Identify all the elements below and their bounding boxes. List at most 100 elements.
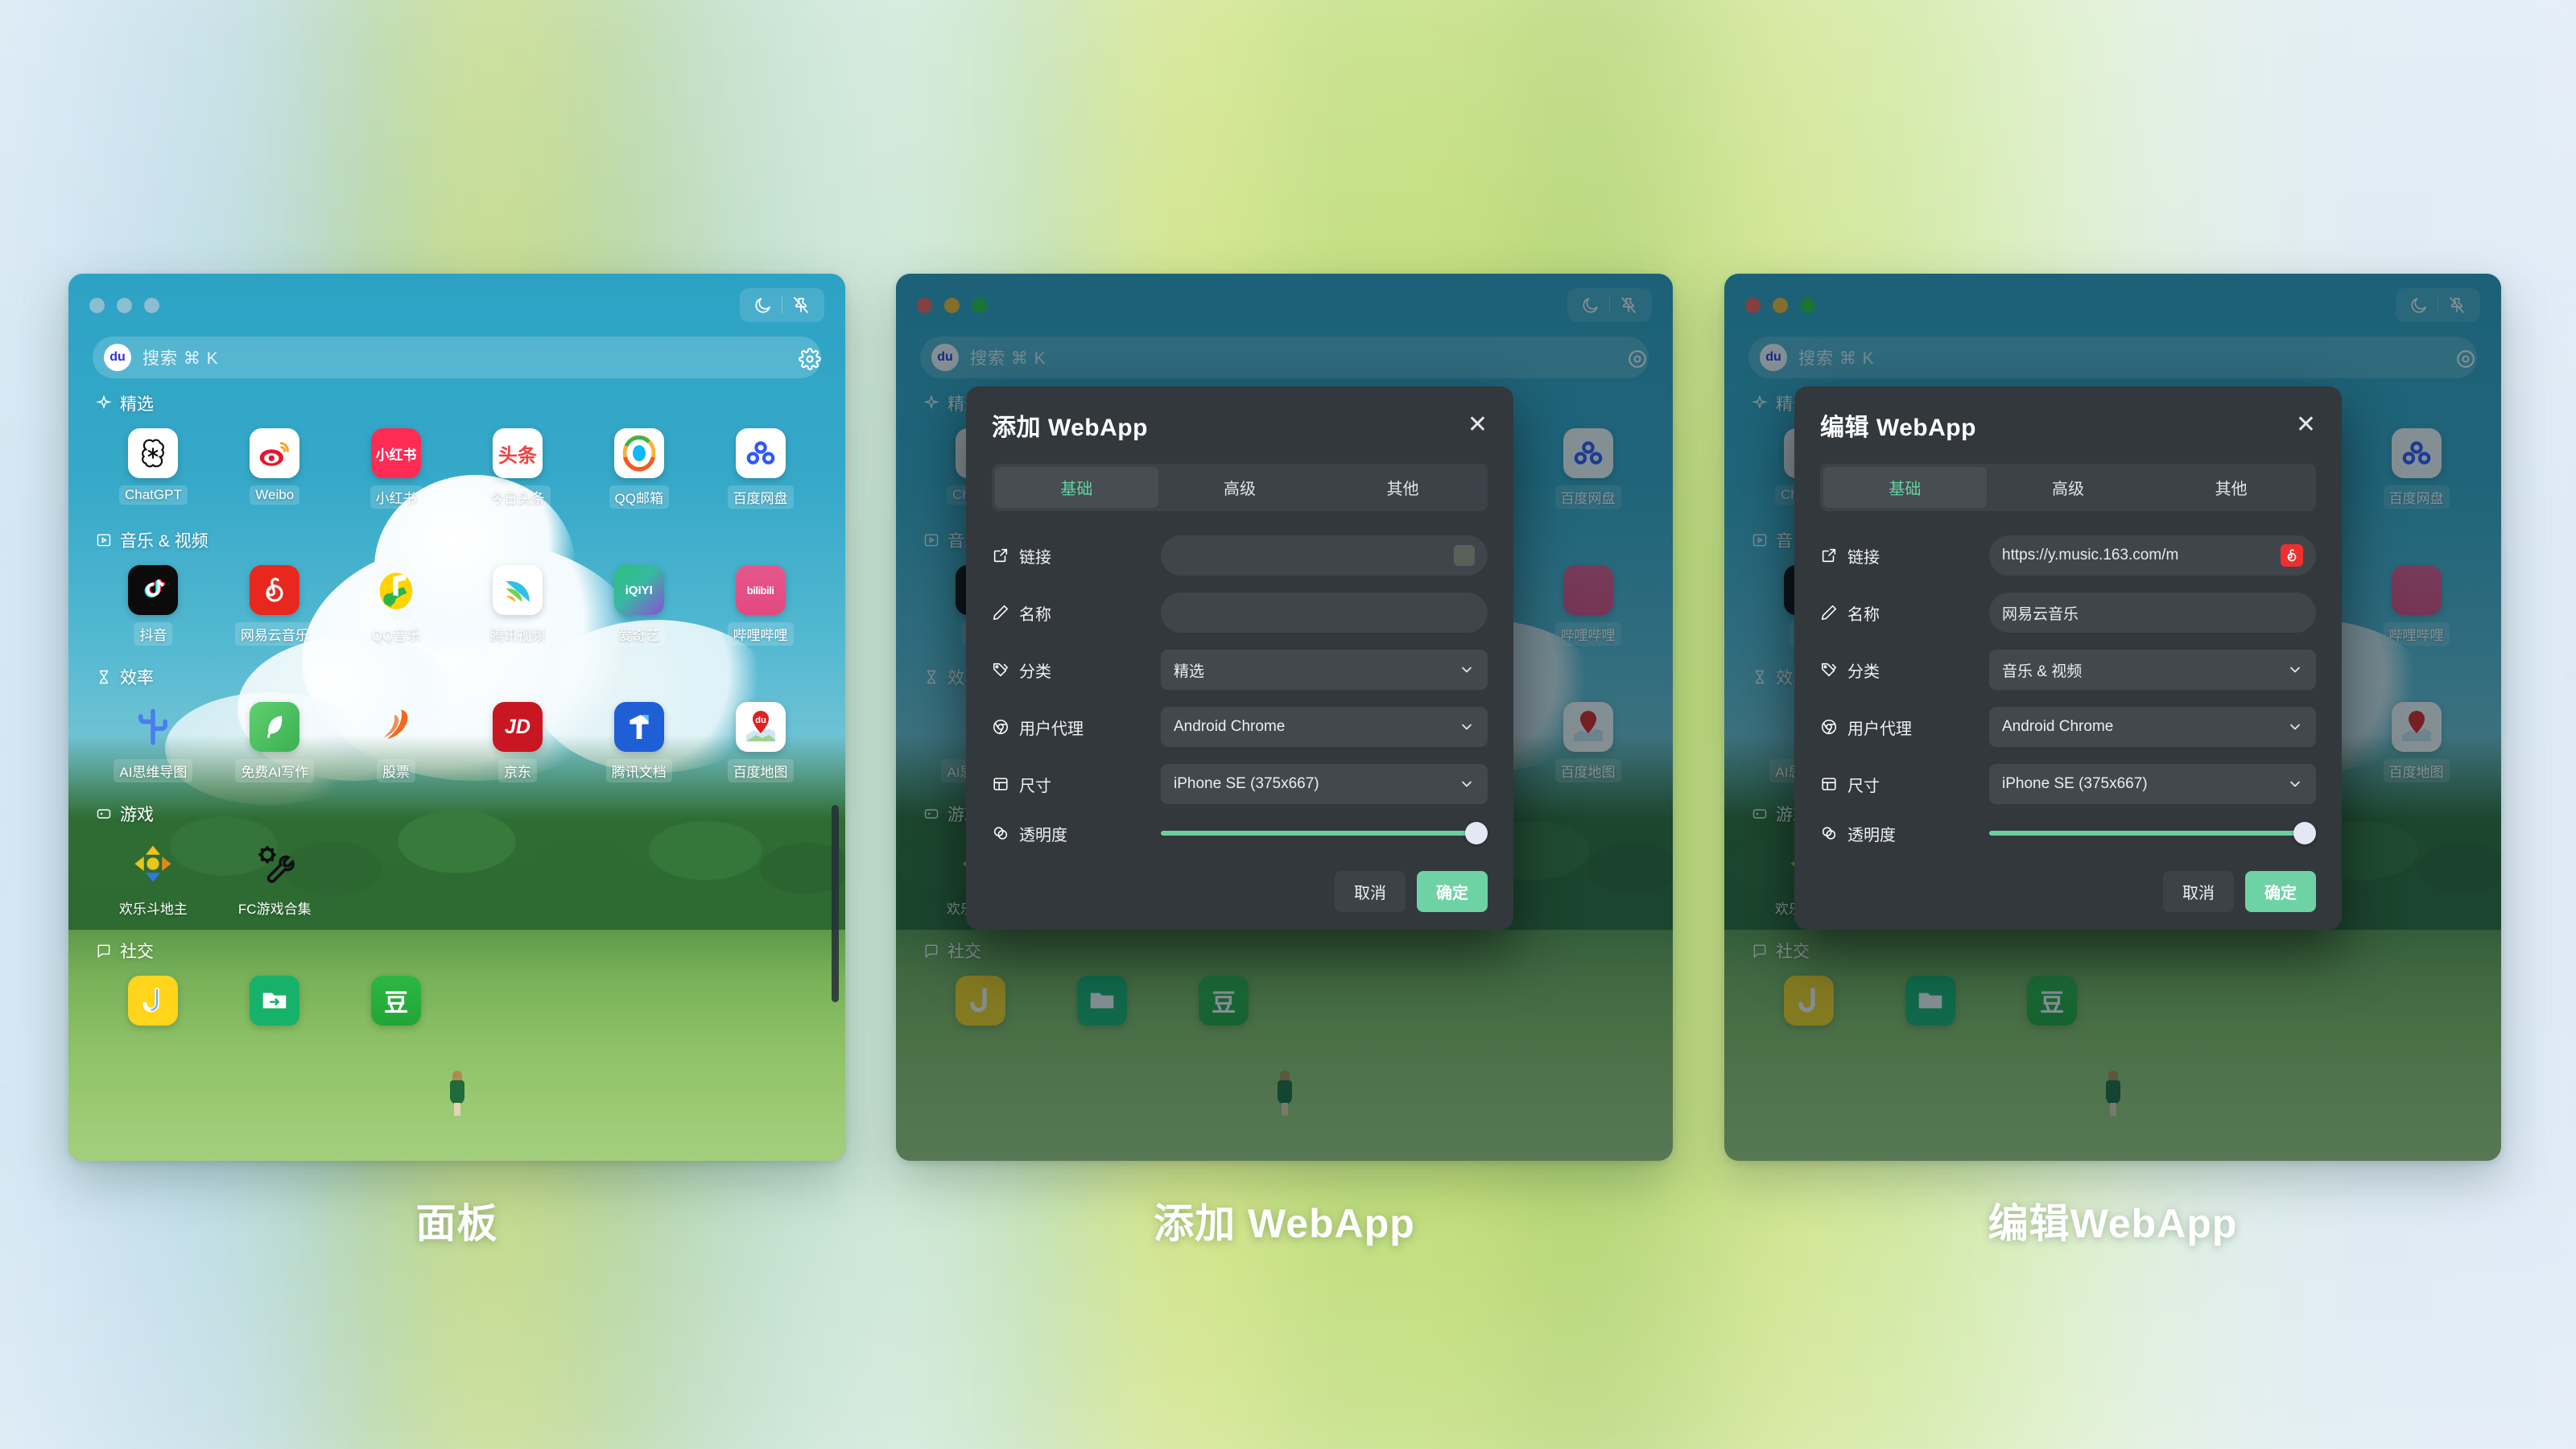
- app-tile[interactable]: 豆: [1163, 971, 1285, 1047]
- size-label: 尺寸: [992, 773, 1161, 796]
- app-tile[interactable]: JD 京东: [456, 697, 578, 794]
- cancel-button[interactable]: 取消: [2163, 871, 2234, 912]
- tab-basic[interactable]: 基础: [995, 467, 1158, 508]
- traffic-lights[interactable]: [89, 297, 159, 313]
- close-light[interactable]: [917, 297, 932, 313]
- search-placeholder: 搜索 ⌘ K: [970, 349, 1046, 368]
- app-tile[interactable]: 百度网盘: [700, 423, 821, 520]
- app-label: 免费AI写作: [235, 759, 315, 782]
- app-tile[interactable]: 百度网盘: [1527, 423, 1649, 520]
- app-tile[interactable]: [214, 971, 336, 1047]
- name-input[interactable]: [1161, 592, 1488, 633]
- minimize-light[interactable]: [944, 297, 960, 313]
- app-tile[interactable]: 百度地图: [2355, 697, 2477, 794]
- app-tile[interactable]: 豆: [336, 971, 457, 1047]
- minimize-light[interactable]: [117, 297, 132, 313]
- app-tile[interactable]: 哔哩哔哩: [2355, 560, 2477, 657]
- traffic-lights[interactable]: [1745, 297, 1815, 313]
- pin-off-icon[interactable]: [2438, 292, 2475, 318]
- gear-icon[interactable]: [1626, 348, 1649, 370]
- app-tile[interactable]: 小红书 小红书: [336, 423, 457, 520]
- category-select[interactable]: 音乐 & 视频: [1989, 650, 2316, 690]
- search-input[interactable]: du 搜索 ⌘ K: [1748, 336, 2477, 378]
- moon-icon[interactable]: [1572, 292, 1609, 318]
- app-tile[interactable]: 百度网盘: [2355, 423, 2477, 520]
- gear-icon[interactable]: [799, 348, 821, 370]
- confirm-button[interactable]: 确定: [1417, 871, 1488, 912]
- app-tile[interactable]: FC游戏合集: [214, 834, 336, 931]
- opacity-slider-thumb[interactable]: [2293, 822, 2316, 844]
- video-icon: [1752, 534, 1767, 547]
- pin-off-icon[interactable]: [1610, 292, 1647, 318]
- app-tile[interactable]: 免费AI写作: [214, 697, 336, 794]
- frame-icon: [993, 778, 1008, 791]
- app-tile[interactable]: 腾讯视频: [456, 560, 578, 657]
- zoom-light[interactable]: [972, 297, 987, 313]
- tab-other[interactable]: 其他: [1321, 467, 1484, 508]
- opacity-label-text: 透明度: [1019, 826, 1067, 844]
- app-tile[interactable]: [1748, 971, 1870, 1047]
- tab-advanced[interactable]: 高级: [1987, 467, 2150, 508]
- useragent-select[interactable]: Android Chrome: [1989, 707, 2316, 747]
- useragent-select[interactable]: Android Chrome: [1161, 707, 1488, 747]
- app-label: 哔哩哔哩: [727, 622, 794, 646]
- search-input[interactable]: du 搜索 ⌘ K: [920, 336, 1649, 378]
- bilibili-icon-text: bilibili: [746, 584, 774, 597]
- app-tile[interactable]: 百度地图: [1527, 697, 1649, 794]
- app-tile[interactable]: AI思维导图: [93, 697, 214, 794]
- close-icon[interactable]: ✕: [1468, 413, 1488, 437]
- cancel-button[interactable]: 取消: [1335, 871, 1406, 912]
- close-light[interactable]: [1745, 297, 1761, 313]
- opacity-slider-thumb[interactable]: [1465, 822, 1488, 844]
- douban-icon-text: 豆: [1212, 990, 1236, 1017]
- app-tile[interactable]: [920, 971, 1042, 1047]
- jianshu-icon: [1784, 976, 1835, 1026]
- name-input[interactable]: 网易云音乐: [1989, 592, 2316, 633]
- close-icon[interactable]: ✕: [2296, 413, 2316, 437]
- douban-icon: 豆: [371, 976, 422, 1026]
- app-tile[interactable]: ChatGPT: [93, 423, 214, 520]
- moon-icon[interactable]: [745, 292, 782, 318]
- link-input[interactable]: [1161, 535, 1488, 576]
- app-tile[interactable]: Weibo: [214, 423, 336, 520]
- app-tile[interactable]: du 百度地图: [700, 697, 821, 794]
- app-tile[interactable]: 头条 今日头条: [456, 423, 578, 520]
- tab-advanced[interactable]: 高级: [1158, 467, 1322, 508]
- app-tile[interactable]: [93, 971, 214, 1047]
- size-select[interactable]: iPhone SE (375x667): [1161, 764, 1488, 804]
- app-tile[interactable]: 豆: [1992, 971, 2113, 1047]
- tab-basic[interactable]: 基础: [1823, 467, 1987, 508]
- minimize-light[interactable]: [1773, 297, 1788, 313]
- confirm-button[interactable]: 确定: [2245, 871, 2316, 912]
- pin-off-icon[interactable]: [782, 292, 819, 318]
- vertical-scrollbar[interactable]: [832, 805, 839, 1002]
- category-select[interactable]: 精选: [1161, 650, 1488, 690]
- app-tile[interactable]: bilibili 哔哩哔哩: [700, 560, 821, 657]
- moon-icon[interactable]: [2401, 292, 2438, 318]
- app-tile[interactable]: 抖音: [93, 560, 214, 657]
- app-tile[interactable]: iQIYI 爱奇艺: [578, 560, 700, 657]
- app-tile[interactable]: QQ邮箱: [578, 423, 700, 520]
- zoom-light[interactable]: [1800, 297, 1815, 313]
- app-tile[interactable]: 网易云音乐: [214, 560, 336, 657]
- link-label-text: 链接: [1847, 548, 1880, 567]
- close-light[interactable]: [89, 297, 105, 313]
- app-tile[interactable]: 腾讯文档: [578, 697, 700, 794]
- opacity-slider[interactable]: [1161, 821, 1488, 845]
- gear-icon[interactable]: [2454, 348, 2477, 370]
- search-input[interactable]: du 搜索 ⌘ K: [93, 336, 821, 378]
- opacity-slider[interactable]: [1989, 821, 2316, 845]
- app-tile[interactable]: 欢乐斗地主: [93, 834, 214, 931]
- app-tile[interactable]: QQ音乐: [336, 560, 457, 657]
- app-tile[interactable]: 哔哩哔哩: [1527, 560, 1649, 657]
- app-tile[interactable]: 股票: [336, 697, 457, 794]
- traffic-lights[interactable]: [917, 297, 987, 313]
- app-tile[interactable]: [1870, 971, 1992, 1047]
- size-select[interactable]: iPhone SE (375x667): [1989, 764, 2316, 804]
- baidu-icon-label: du: [937, 350, 953, 364]
- tab-other[interactable]: 其他: [2149, 467, 2313, 508]
- baidu-icon: du: [931, 344, 959, 371]
- zoom-light[interactable]: [144, 297, 159, 313]
- link-input[interactable]: https://y.music.163.com/m: [1989, 535, 2316, 576]
- app-tile[interactable]: [1042, 971, 1163, 1047]
